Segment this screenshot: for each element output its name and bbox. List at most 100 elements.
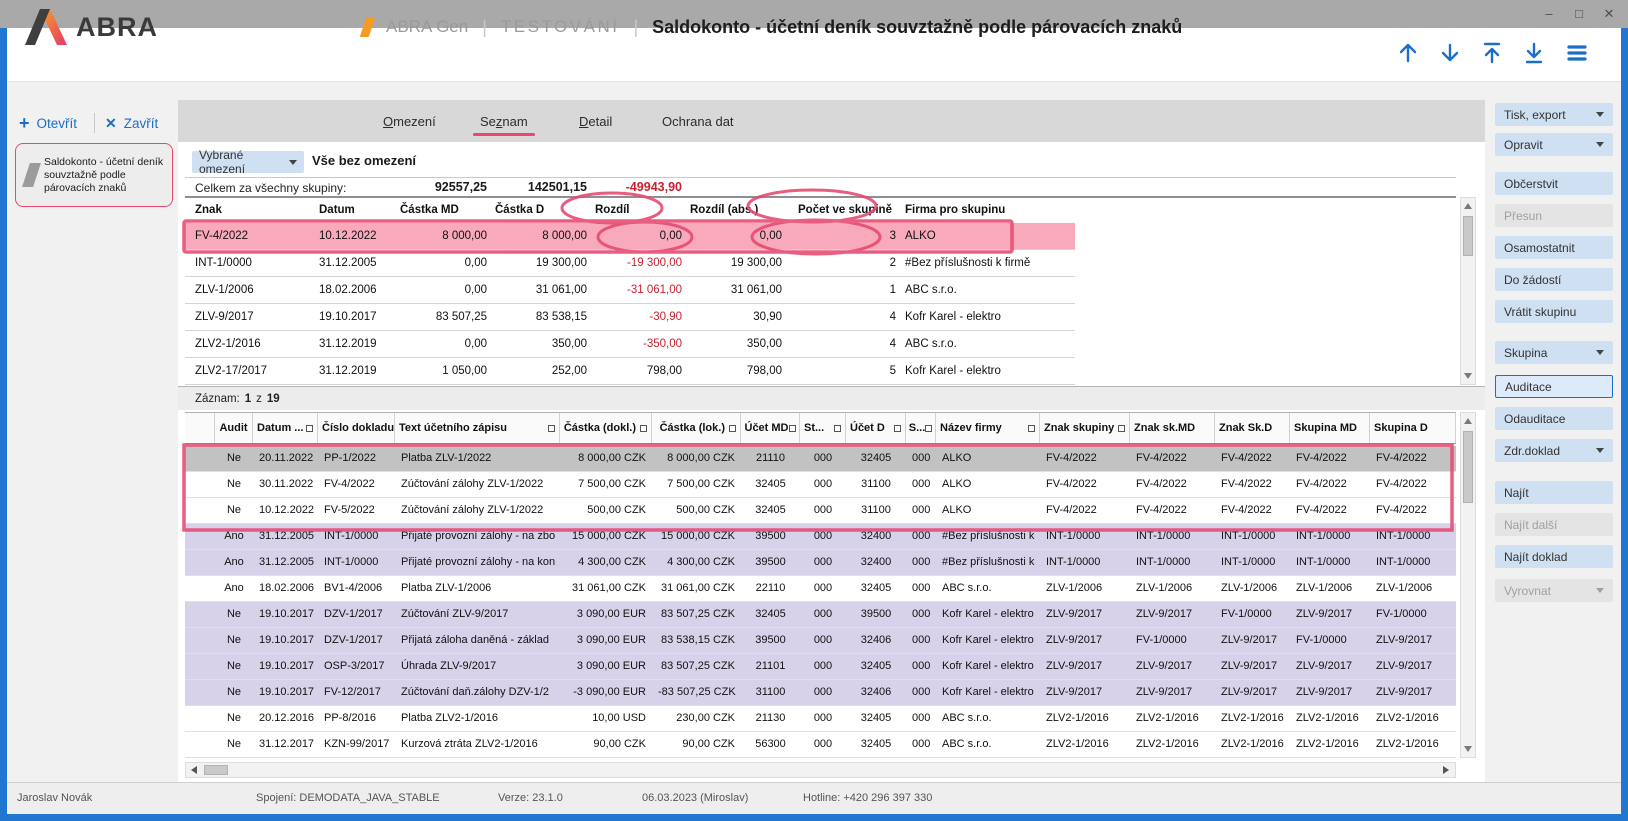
detail-column-header[interactable]: Částka (dokl.) bbox=[560, 413, 652, 443]
detail-table-cell: ZLV-9/2017 bbox=[1215, 628, 1290, 654]
scroll-left-icon[interactable] bbox=[190, 766, 198, 774]
scroll-right-icon[interactable] bbox=[1442, 766, 1450, 774]
detail-column-header[interactable]: Účet D bbox=[846, 413, 906, 443]
breadcrumb: ABRA Gen | TESTOVÁNÍ | Saldokonto - účet… bbox=[363, 0, 1182, 54]
detail-table-row[interactable]: Ne20.11.2022PP-1/2022Platba ZLV-1/20228 … bbox=[185, 446, 1456, 472]
scrollbar-thumb[interactable] bbox=[1463, 216, 1473, 256]
column-options-icon[interactable] bbox=[306, 425, 313, 432]
tab-ochrana-dat[interactable]: Ochrana dat bbox=[662, 100, 734, 142]
group-table-row[interactable]: ZLV2-17/201731.12.20191 050,00252,00798,… bbox=[185, 358, 1075, 385]
open-button[interactable]: + Otevřít bbox=[19, 110, 77, 136]
detail-table-row[interactable]: Ano31.12.2005INT-1/0000Přijaté provozní … bbox=[185, 550, 1456, 576]
agenda-tile[interactable]: Saldokonto - účetní deník souvztažně pod… bbox=[15, 143, 173, 207]
group-column-header[interactable]: Znak bbox=[185, 197, 305, 223]
sidebar-button-tisk-export[interactable]: Tisk, export bbox=[1495, 103, 1613, 126]
detail-table-cell: ZLV2-1/2016 bbox=[1370, 732, 1456, 758]
column-options-icon[interactable] bbox=[789, 425, 796, 432]
sidebar-button-osamostatnit[interactable]: Osamostatnit bbox=[1495, 236, 1613, 259]
detail-column-header[interactable]: Účet MD bbox=[741, 413, 800, 443]
group-table-row[interactable]: ZLV2-1/201631.12.20190,00350,00-350,0035… bbox=[185, 331, 1075, 358]
detail-table-cell: 15 000,00 CZK bbox=[560, 524, 652, 550]
detail-column-header[interactable]: Text účetního zápisu bbox=[395, 413, 560, 443]
detail-column-header[interactable]: Znak skupiny bbox=[1040, 413, 1130, 443]
close-icon[interactable]: ✕ bbox=[1600, 6, 1618, 22]
detail-column-header[interactable]: Číslo dokladu bbox=[318, 413, 395, 443]
detail-column-header[interactable]: Audit bbox=[215, 413, 253, 443]
tab-seznam[interactable]: Seznam bbox=[480, 100, 528, 142]
group-table-row[interactable]: INT-1/000031.12.20050,0019 300,00-19 300… bbox=[185, 250, 1075, 277]
move-up-icon[interactable] bbox=[1395, 40, 1421, 66]
group-column-header[interactable]: Datum bbox=[305, 197, 400, 223]
detail-table-row[interactable]: Ne31.12.2017KZN-99/2017Kurzová ztráta ZL… bbox=[185, 732, 1456, 758]
sidebar-button-skupina[interactable]: Skupina bbox=[1495, 341, 1613, 364]
group-table-row[interactable]: ZLV-9/201719.10.201783 507,2583 538,15-3… bbox=[185, 304, 1075, 331]
column-options-icon[interactable] bbox=[1028, 425, 1035, 432]
detail-table-row[interactable]: Ne19.10.2017DZV-1/2017Zúčtování ZLV-9/20… bbox=[185, 602, 1456, 628]
sidebar-button-vr-tit-skupinu[interactable]: Vrátit skupinu bbox=[1495, 300, 1613, 323]
scroll-up-icon[interactable] bbox=[1464, 417, 1472, 425]
group-column-header[interactable]: Rozdíl (abs.) bbox=[690, 197, 790, 223]
detail-column-header[interactable]: Název firmy bbox=[936, 413, 1040, 443]
sidebar-button-do-dost-[interactable]: Do žádostí bbox=[1495, 268, 1613, 291]
detail-column-header[interactable]: Částka (lok.) bbox=[652, 413, 741, 443]
detail-table-row[interactable]: Ne19.10.2017OSP-3/2017Úhrada ZLV-9/20173… bbox=[185, 654, 1456, 680]
close-agenda-button[interactable]: ✕ Zavřít bbox=[105, 110, 158, 136]
move-down-icon[interactable] bbox=[1437, 40, 1463, 66]
scrollbar-thumb[interactable] bbox=[1463, 431, 1473, 503]
detail-column-header[interactable]: Znak Sk.D bbox=[1215, 413, 1290, 443]
group-table-row[interactable]: ZLV-1/200618.02.20060,0031 061,00-31 061… bbox=[185, 277, 1075, 304]
minimize-icon[interactable]: – bbox=[1540, 6, 1558, 22]
sidebar-button-odauditace[interactable]: Odauditace bbox=[1495, 407, 1613, 430]
group-table-scrollbar[interactable] bbox=[1460, 197, 1476, 385]
column-options-icon[interactable] bbox=[834, 425, 841, 432]
detail-table-row[interactable]: Ne30.11.2022FV-4/2022Zúčtování zálohy ZL… bbox=[185, 472, 1456, 498]
group-column-header[interactable]: Firma pro skupinu bbox=[900, 197, 1075, 223]
detail-column-header[interactable]: Znak sk.MD bbox=[1130, 413, 1215, 443]
column-options-icon[interactable] bbox=[1118, 425, 1125, 432]
open-button-label: Otevřít bbox=[37, 116, 78, 131]
group-table-row[interactable]: FV-4/202210.12.20228 000,008 000,000,000… bbox=[185, 223, 1075, 250]
detail-table-row[interactable]: Ne19.10.2017DZV-1/2017Přijatá záloha dan… bbox=[185, 628, 1456, 654]
group-column-header[interactable]: Částka D bbox=[495, 197, 595, 223]
sidebar-button-opravit[interactable]: Opravit bbox=[1495, 133, 1613, 156]
sidebar-button-auditace[interactable]: Auditace bbox=[1495, 375, 1613, 398]
menu-icon[interactable] bbox=[1564, 40, 1590, 66]
move-bottom-icon[interactable] bbox=[1521, 40, 1547, 66]
detail-column-header[interactable]: St... bbox=[800, 413, 846, 443]
move-top-icon[interactable] bbox=[1479, 40, 1505, 66]
horizontal-scrollbar[interactable] bbox=[185, 762, 1456, 778]
tab-omezeni[interactable]: Omezení bbox=[383, 100, 436, 142]
detail-table-row[interactable]: Ano31.12.2005INT-1/0000Přijaté provozní … bbox=[185, 524, 1456, 550]
sidebar-button-zdr-doklad[interactable]: Zdr.doklad bbox=[1495, 439, 1613, 462]
detail-table-cell: 000 bbox=[906, 576, 936, 602]
detail-table-row[interactable]: Ne19.10.2017FV-12/2017Zúčtování daň.zálo… bbox=[185, 680, 1456, 706]
sidebar-button-ob-erstvit[interactable]: Občerstvit bbox=[1495, 172, 1613, 195]
tab-detail[interactable]: Detail bbox=[579, 100, 612, 142]
group-column-header[interactable]: Rozdíl bbox=[595, 197, 690, 223]
group-column-header[interactable]: Částka MD bbox=[400, 197, 495, 223]
column-options-icon[interactable] bbox=[925, 425, 932, 432]
detail-table-scrollbar[interactable] bbox=[1460, 412, 1476, 758]
scroll-down-icon[interactable] bbox=[1464, 745, 1472, 753]
column-options-icon[interactable] bbox=[548, 425, 555, 432]
group-column-header[interactable]: Počet ve skupině bbox=[790, 197, 900, 223]
scroll-up-icon[interactable] bbox=[1464, 202, 1472, 210]
detail-table-row[interactable]: Ano18.02.2006BV1-4/2006Platba ZLV-1/2006… bbox=[185, 576, 1456, 602]
selected-restriction-dropdown[interactable]: Vybrané omezení bbox=[192, 151, 304, 173]
scrollbar-thumb[interactable] bbox=[204, 765, 228, 775]
column-options-icon[interactable] bbox=[894, 425, 901, 432]
sidebar-button-naj-t-doklad[interactable]: Najít doklad bbox=[1495, 545, 1613, 568]
sidebar-button-naj-t[interactable]: Najít bbox=[1495, 481, 1613, 504]
scroll-down-icon[interactable] bbox=[1464, 372, 1472, 380]
detail-table-row[interactable]: Ne10.12.2022FV-5/2022Zúčtování zálohy ZL… bbox=[185, 498, 1456, 524]
detail-column-header[interactable]: Datum ... bbox=[253, 413, 318, 443]
detail-table-cell: INT-1/0000 bbox=[1040, 524, 1130, 550]
tab-bar: Omezení Seznam Detail Ochrana dat bbox=[178, 100, 1485, 142]
column-options-icon[interactable] bbox=[729, 425, 736, 432]
maximize-icon[interactable]: □ bbox=[1570, 6, 1588, 22]
detail-column-header[interactable]: Skupina MD bbox=[1290, 413, 1370, 443]
column-options-icon[interactable] bbox=[640, 425, 647, 432]
detail-table-row[interactable]: Ne20.12.2016PP-8/2016Platba ZLV2-1/20161… bbox=[185, 706, 1456, 732]
detail-column-header[interactable]: Skupina D bbox=[1370, 413, 1456, 443]
detail-column-header[interactable]: S... bbox=[906, 413, 936, 443]
